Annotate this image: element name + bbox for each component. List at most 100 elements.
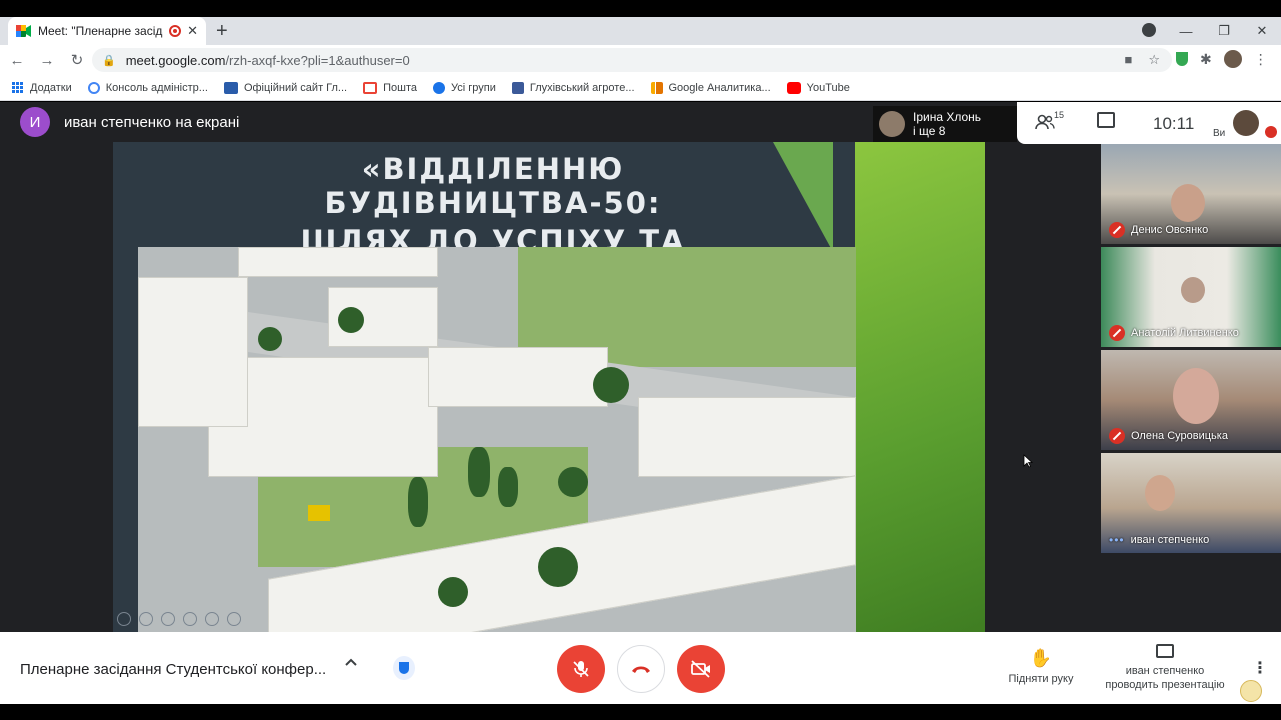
bookmark-official-site[interactable]: Офіційний сайт Гл... xyxy=(223,81,347,94)
participant-tile[interactable]: Олена Суровицька xyxy=(1101,350,1281,450)
presenter-avatar: И xyxy=(20,107,50,137)
site-icon xyxy=(223,81,238,94)
reload-button[interactable]: ↻ xyxy=(64,51,90,69)
participant-tile[interactable]: Анатолій Литвиненко xyxy=(1101,247,1281,347)
minimize-button[interactable]: — xyxy=(1167,24,1205,39)
youtube-icon xyxy=(786,81,801,94)
bookmark-admin-console[interactable]: Консоль адміністр... xyxy=(87,81,208,94)
window-controls: — ❐ ✕ xyxy=(1167,17,1281,45)
active-speaker-more: і ще 8 xyxy=(913,124,946,138)
url-host: meet.google.com xyxy=(125,52,226,68)
recording-icon xyxy=(169,25,182,37)
bookmark-glukhiv[interactable]: Глухівський агроте... xyxy=(511,81,635,94)
participant-name: Денис Овсянко xyxy=(1109,222,1208,238)
active-speaker-chip[interactable]: Ірина Хлонь і ще 8 xyxy=(873,106,1017,142)
tab-meet[interactable]: Meet: "Пленарне засідання ✕ xyxy=(8,17,206,45)
presenter-banner: И иван степченко на екрані xyxy=(20,107,239,137)
more-slide-icon[interactable] xyxy=(227,612,241,626)
next-slide-icon[interactable] xyxy=(139,612,153,626)
bookmark-site-icon xyxy=(511,81,524,94)
back-button[interactable]: ← xyxy=(4,52,30,69)
self-avatar[interactable] xyxy=(1233,110,1259,136)
meet-stage: И иван степченко на екрані Ірина Хлонь і… xyxy=(0,102,1281,632)
forward-button[interactable]: → xyxy=(34,52,60,69)
mic-toggle-button[interactable] xyxy=(557,645,605,693)
meet-header-controls: 15 10:11 Ви xyxy=(1017,102,1281,144)
speaking-indicator-icon: ••• xyxy=(1109,533,1125,547)
extensions-icon[interactable]: ✱ xyxy=(1200,51,1212,68)
slide-green-band xyxy=(855,142,985,632)
close-window-button[interactable]: ✕ xyxy=(1243,23,1281,39)
tab-search-icon[interactable] xyxy=(1142,23,1156,37)
presenting-status: проводить презентацію xyxy=(1105,679,1225,691)
star-icon[interactable]: ☆ xyxy=(1148,52,1160,68)
chevron-up-icon[interactable] xyxy=(344,657,358,667)
participant-face xyxy=(1173,368,1219,424)
bookmark-label: Додатки xyxy=(30,81,72,94)
raise-hand-button[interactable]: ✋ Підняти руку xyxy=(1006,648,1076,685)
model-building xyxy=(238,247,438,277)
new-tab-button[interactable]: + xyxy=(216,20,228,42)
presenter-label: иван степченко на екрані xyxy=(64,113,240,131)
bookmark-analytics[interactable]: Google Аналитика... xyxy=(650,81,771,94)
navigation-bar: ← → ↻ 🔒 meet.google.com /rzh-axqf-kxe?pl… xyxy=(0,45,1281,75)
extensions-area: ✱ ⋮ xyxy=(1176,50,1268,68)
participants-count: 15 xyxy=(1054,110,1065,120)
participant-face xyxy=(1145,475,1175,511)
participant-tile[interactable]: ••• иван степченко xyxy=(1101,453,1281,553)
pen-icon[interactable] xyxy=(161,612,175,626)
shield-extension-icon[interactable] xyxy=(1176,52,1188,66)
lock-icon[interactable]: 🔒 xyxy=(102,54,116,67)
bookmark-apps[interactable]: Додатки xyxy=(12,81,72,94)
mic-off-icon xyxy=(573,661,589,677)
model-tree xyxy=(498,467,518,507)
bookmark-label: Пошта xyxy=(383,81,417,94)
security-shield-icon[interactable] xyxy=(393,656,415,680)
groups-icon xyxy=(433,81,445,94)
bookmarks-bar: Додатки Консоль адміністр... Офіційний с… xyxy=(0,75,1281,101)
prev-slide-icon[interactable] xyxy=(117,612,131,626)
model-tree xyxy=(408,477,428,527)
model-building xyxy=(638,397,856,477)
bookmark-label: Усі групи xyxy=(451,81,496,94)
presenting-status-button[interactable]: иван степченко проводить презентацію xyxy=(1100,644,1230,692)
camera-icon[interactable]: ■ xyxy=(1124,52,1132,68)
present-screen-icon xyxy=(1156,644,1174,658)
clock: 10:11 xyxy=(1153,114,1195,133)
participant-name: ••• иван степченко xyxy=(1109,533,1209,547)
meeting-title[interactable]: Пленарне засідання Студентської конфер..… xyxy=(20,661,326,678)
bookmark-youtube[interactable]: YouTube xyxy=(786,81,850,94)
profile-avatar[interactable] xyxy=(1223,50,1242,68)
google-g-icon xyxy=(87,81,100,94)
zoom-icon[interactable] xyxy=(205,612,219,626)
slide-controls xyxy=(117,612,241,626)
analytics-icon xyxy=(650,81,663,94)
leave-call-button[interactable] xyxy=(617,645,665,693)
chrome-menu-icon[interactable]: ⋮ xyxy=(1254,51,1268,68)
bookmark-groups[interactable]: Усі групи xyxy=(433,81,496,94)
address-bar[interactable]: 🔒 meet.google.com /rzh-axqf-kxe?pli=1&au… xyxy=(92,48,1172,72)
bottom-black-band xyxy=(0,704,1281,720)
camera-toggle-button[interactable] xyxy=(677,645,725,693)
maximize-button[interactable]: ❐ xyxy=(1205,23,1243,39)
model-tree xyxy=(558,467,588,497)
model-building xyxy=(138,277,248,427)
bookmark-label: Консоль адміністр... xyxy=(105,81,208,94)
model-tree xyxy=(438,577,468,607)
people-icon[interactable] xyxy=(1035,114,1055,130)
model-tree xyxy=(338,307,364,333)
participant-name-text: Олена Суровицька xyxy=(1131,430,1228,442)
mic-off-icon xyxy=(1109,428,1125,444)
tab-close-icon[interactable]: ✕ xyxy=(187,23,198,39)
participant-tile[interactable]: Денис Овсянко xyxy=(1101,144,1281,244)
chat-icon[interactable] xyxy=(1097,112,1115,128)
self-label: Ви xyxy=(1213,128,1226,139)
slides-grid-icon[interactable] xyxy=(183,612,197,626)
presenting-name: иван степченко xyxy=(1125,665,1205,677)
participant-name: Анатолій Литвиненко xyxy=(1109,325,1239,341)
bookmark-mail[interactable]: Пошта xyxy=(363,81,417,94)
more-options-icon[interactable]: ⋮ xyxy=(1252,658,1268,678)
mouse-cursor-icon xyxy=(1023,454,1033,468)
speaker-avatar xyxy=(879,111,905,137)
bookmark-label: YouTube xyxy=(806,81,850,94)
